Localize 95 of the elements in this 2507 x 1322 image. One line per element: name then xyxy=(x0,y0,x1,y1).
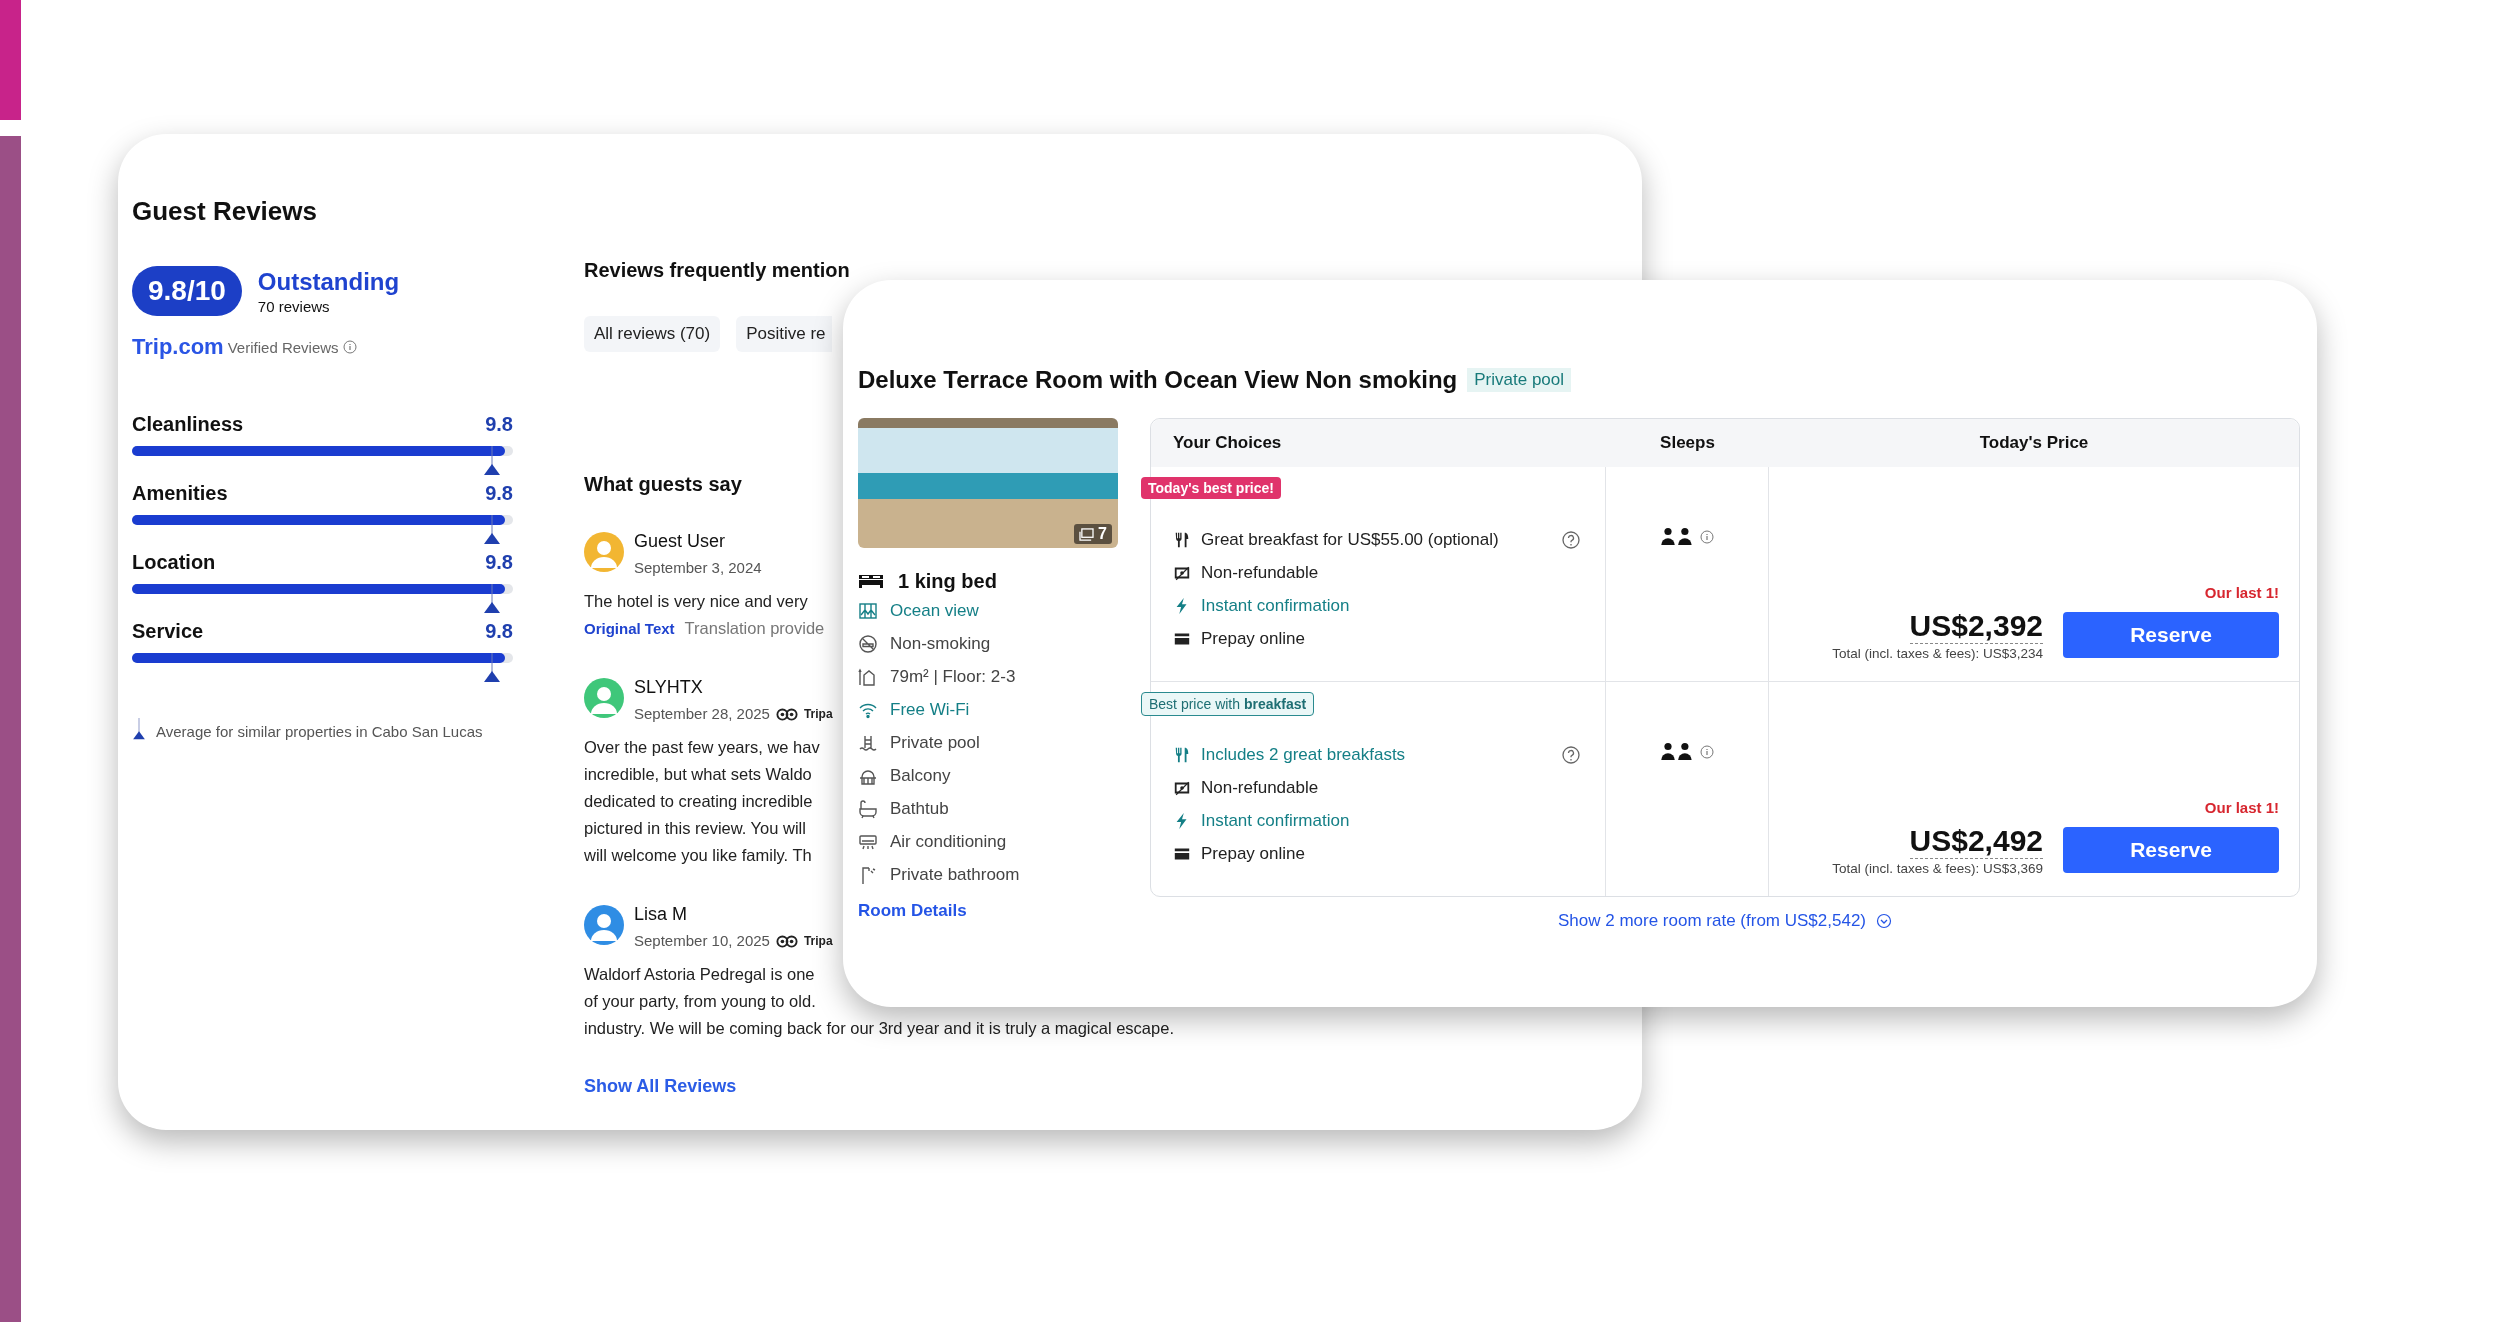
review-text-line: Over the past few years, we hav xyxy=(584,737,820,758)
offer-badge: Best price with breakfast xyxy=(1141,692,1315,716)
offer-badge: Today's best price! xyxy=(1141,477,1281,499)
price: US$2,492 xyxy=(1909,824,2043,859)
review-date: September 28, 2025 xyxy=(634,704,770,724)
section-title: Guest Reviews xyxy=(132,196,318,226)
reserve-button[interactable]: Reserve xyxy=(2063,612,2279,658)
reviewer-name: SLYHTX xyxy=(634,676,704,699)
info-icon[interactable] xyxy=(1700,745,1714,759)
filter-chip[interactable]: All reviews (70) xyxy=(584,316,721,352)
two-people-icon xyxy=(1660,527,1694,545)
room-tag: Private pool xyxy=(1467,368,1572,392)
help-icon[interactable] xyxy=(1561,529,1581,550)
images-icon xyxy=(1079,527,1095,541)
review-text-line: incredible, but what sets Waldo xyxy=(584,764,812,785)
offer-feature: Non-refundable xyxy=(1201,562,1319,583)
info-icon[interactable] xyxy=(1700,530,1714,544)
review-date: September 3, 2024 xyxy=(634,558,762,578)
window-icon xyxy=(858,600,878,621)
fork-knife-icon xyxy=(1173,530,1191,549)
category-score: 9.8 xyxy=(485,412,513,436)
amenity-label: Air conditioning xyxy=(890,831,1007,852)
bathtub-icon xyxy=(858,798,878,819)
category-name: Service xyxy=(132,619,204,643)
category-name: Amenities xyxy=(132,481,228,505)
score-badge: 9.8/10 xyxy=(132,266,242,316)
amenity-label: Balcony xyxy=(890,765,951,786)
floor-plan-icon xyxy=(858,666,878,687)
total-price: Total (incl. taxes & fees): US$3,369 xyxy=(1832,861,2043,876)
legend-text: Average for similar properties in Cabo San Lucas xyxy=(156,723,483,740)
no-smoking-icon xyxy=(858,633,878,654)
availability-note: Our last 1! xyxy=(2204,799,2279,816)
photo-placeholder[interactable]: 7 xyxy=(858,418,1118,548)
column-header: Today's Price xyxy=(1978,433,2090,453)
review-text-line: dedicated to creating incredible xyxy=(584,791,813,812)
show-all-reviews-link[interactable]: Show All Reviews xyxy=(584,1076,737,1097)
category-score: 9.8 xyxy=(485,481,513,505)
bed-icon xyxy=(858,573,884,589)
original-text-link[interactable]: Original Text xyxy=(584,620,675,637)
category-score: 9.8 xyxy=(485,550,513,574)
review-text-line: Waldorf Astoria Pedregal is one xyxy=(584,964,815,985)
column-header: Your Choices xyxy=(1172,433,1283,453)
review-text-line: industry. We will be coming back for our 3rd year and it is truly a magical escape. xyxy=(584,1018,1174,1039)
availability-note: Our last 1! xyxy=(2204,584,2279,601)
source-logo-text: Tripa xyxy=(803,707,833,721)
info-icon[interactable] xyxy=(342,340,357,354)
category-score: 9.8 xyxy=(485,619,513,643)
amenity-label: Ocean view xyxy=(890,600,979,621)
category-name: Location xyxy=(132,550,216,574)
offer-feature: Great breakfast for US$55.00 (optional) xyxy=(1201,529,1499,550)
amenity-label: 79m² | Floor: 2-3 xyxy=(890,666,1016,687)
review-text-line: pictured in this review. You will xyxy=(584,818,806,839)
reviewer-name: Lisa M xyxy=(634,903,688,926)
translation-note: Translation provide xyxy=(684,618,825,639)
offer-feature: Prepay online xyxy=(1201,843,1305,864)
owl-logo-icon xyxy=(775,707,798,721)
owl-logo-icon xyxy=(775,934,798,948)
rating-label: Outstanding xyxy=(257,268,400,296)
fork-knife-icon xyxy=(1173,745,1191,764)
photo-count: 7 xyxy=(1098,525,1107,543)
chevron-down-icon[interactable] xyxy=(1876,913,1892,929)
offer-feature: Instant confirmation xyxy=(1201,810,1350,831)
review-date: September 10, 2025 xyxy=(634,931,770,951)
reviewer-name: Guest User xyxy=(634,530,727,553)
offer-feature: Prepay online xyxy=(1201,628,1305,649)
category-name: Cleanliness xyxy=(132,412,244,436)
review-text-line: of your party, from young to old. xyxy=(584,991,816,1012)
price: US$2,392 xyxy=(1909,609,2043,644)
two-people-icon xyxy=(1660,742,1694,760)
average-marker-icon xyxy=(132,718,146,740)
help-icon[interactable] xyxy=(1561,744,1581,765)
filter-chip[interactable]: Positive re xyxy=(736,316,833,352)
amenity-label: Non-smoking xyxy=(890,633,991,654)
section-heading: Reviews frequently mention xyxy=(584,258,850,282)
amenity-label: Bathtub xyxy=(890,798,949,819)
amenity-label: Private pool xyxy=(890,732,980,753)
bed-type: 1 king bed xyxy=(898,569,997,594)
source-logo-text: Tripa xyxy=(803,934,833,948)
offer-feature: Instant confirmation xyxy=(1201,595,1350,616)
reserve-button[interactable]: Reserve xyxy=(2063,827,2279,873)
amenity-label: Free Wi-Fi xyxy=(890,699,970,720)
review-count: 70 reviews xyxy=(257,297,331,317)
offer-feature: Non-refundable xyxy=(1201,777,1319,798)
review-text-line: will welcome you like family. Th xyxy=(584,845,812,866)
room-details-link[interactable]: Room Details xyxy=(858,901,967,921)
amenity-label: Private bathroom xyxy=(890,864,1020,885)
column-header: Sleeps xyxy=(1659,433,1716,453)
offer-feature: Includes 2 great breakfasts xyxy=(1201,744,1406,765)
verified-label: Verified Reviews xyxy=(227,338,339,356)
more-rates-link[interactable]: Show 2 more room rate (from US$2,542) xyxy=(1558,911,1866,931)
section-heading: What guests say xyxy=(584,472,742,496)
brand-logo: Trip.com xyxy=(132,334,224,360)
review-text-line: The hotel is very nice and very xyxy=(584,591,808,612)
room-title: Deluxe Terrace Room with Ocean View Non smoking xyxy=(858,366,1458,394)
total-price: Total (incl. taxes & fees): US$3,234 xyxy=(1832,646,2043,661)
